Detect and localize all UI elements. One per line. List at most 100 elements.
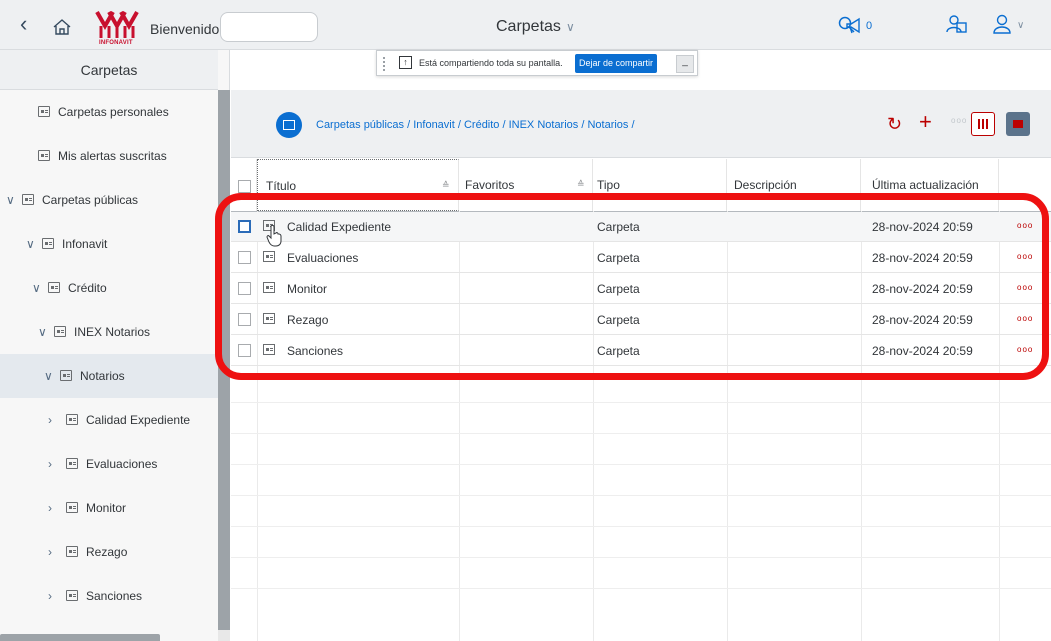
row-updated: 28-nov-2024 20:59: [872, 251, 973, 265]
sidebar-item-label: Carpetas públicas: [42, 193, 139, 207]
chevron-down-icon[interactable]: ∨: [44, 354, 53, 398]
folder-icon: [66, 590, 78, 601]
folder-icon: [42, 238, 54, 249]
folder-icon: [263, 282, 275, 293]
sidebar-item-label: Infonavit: [62, 237, 108, 251]
folder-icon: [276, 112, 302, 138]
table-row[interactable]: Monitor Carpeta 28-nov-2024 20:59 ooo: [231, 274, 1051, 304]
table-row[interactable]: Calidad Expediente Carpeta 28-nov-2024 2…: [231, 212, 1051, 242]
minimize-button[interactable]: _: [676, 55, 694, 73]
row-checkbox[interactable]: [238, 251, 251, 264]
sort-icon[interactable]: ≙: [577, 179, 585, 190]
sidebar-item-inex-notarios[interactable]: ∨ INEX Notarios: [0, 310, 218, 354]
sidebar-item-label: Crédito: [68, 281, 107, 295]
chevron-down-icon[interactable]: ∨: [1017, 20, 1024, 31]
folder-icon: [66, 458, 78, 469]
list-view-button[interactable]: [1006, 112, 1030, 136]
table-row[interactable]: Evaluaciones Carpeta 28-nov-2024 20:59 o…: [231, 243, 1051, 273]
sidebar-scrollbar-thumb[interactable]: [218, 90, 230, 630]
table-row[interactable]: Rezago Carpeta 28-nov-2024 20:59 ooo: [231, 305, 1051, 335]
back-icon[interactable]: ‹: [20, 13, 27, 35]
sidebar-item-monitor[interactable]: › Monitor: [0, 486, 218, 530]
horizontal-scrollbar-thumb[interactable]: [0, 634, 160, 641]
refresh-icon[interactable]: ↻: [887, 114, 902, 134]
username-field: [220, 12, 318, 42]
sidebar-item-carpetas-personales[interactable]: Carpetas personales: [0, 90, 218, 134]
row-title[interactable]: Rezago: [287, 313, 328, 327]
row-checkbox[interactable]: [238, 282, 251, 295]
sidebar-item-infonavit[interactable]: ∨ Infonavit: [0, 222, 218, 266]
sidebar-item-notarios[interactable]: ∨ Notarios: [0, 354, 218, 398]
row-title[interactable]: Calidad Expediente: [287, 220, 391, 234]
folder-icon: [60, 370, 72, 381]
chevron-right-icon[interactable]: ›: [48, 486, 52, 530]
hand-cursor-icon: [266, 225, 282, 247]
screen-share-bar: ↑ Está compartiendo toda su pantalla. De…: [376, 50, 698, 76]
sidebar-header: Carpetas: [0, 50, 218, 90]
sidebar-item-label: Sanciones: [86, 589, 143, 603]
stop-sharing-button[interactable]: Dejar de compartir: [575, 54, 658, 73]
column-header-type[interactable]: Tipo: [593, 159, 727, 211]
chevron-down-icon[interactable]: ∨: [566, 20, 575, 34]
folder-icon: [22, 194, 34, 205]
chevron-right-icon[interactable]: ›: [48, 574, 52, 618]
chevron-down-icon[interactable]: ∨: [6, 178, 15, 222]
row-actions-icon[interactable]: ooo: [1017, 314, 1033, 323]
column-header-label: Tipo: [597, 178, 620, 192]
drag-handle-icon[interactable]: [383, 57, 387, 71]
sidebar: Carpetas Carpetas personales Mis alertas…: [0, 50, 230, 641]
row-updated: 28-nov-2024 20:59: [872, 220, 973, 234]
row-checkbox[interactable]: [238, 313, 251, 326]
grid-view-button[interactable]: [971, 112, 995, 136]
row-actions-icon[interactable]: ooo: [1017, 252, 1033, 261]
folder-icon: [38, 150, 50, 161]
column-header-updated[interactable]: Última actualización: [861, 159, 999, 211]
add-icon[interactable]: +: [919, 111, 932, 133]
row-actions-icon[interactable]: ooo: [1017, 221, 1033, 230]
folder-icon: [263, 344, 275, 355]
more-options-icon[interactable]: ooo: [951, 116, 967, 125]
folder-icon: [263, 313, 275, 324]
chevron-down-icon[interactable]: ∨: [38, 310, 47, 354]
row-actions-icon[interactable]: ooo: [1017, 283, 1033, 292]
sidebar-item-label: Notarios: [80, 369, 125, 383]
logo-text: INFONAVIT: [99, 40, 133, 46]
sidebar-item-label: Monitor: [86, 501, 127, 515]
sidebar-item-calidad-expediente[interactable]: › Calidad Expediente: [0, 398, 218, 442]
chevron-right-icon[interactable]: ›: [48, 398, 52, 442]
row-title[interactable]: Monitor: [287, 282, 327, 296]
users-icon[interactable]: [946, 14, 968, 34]
sidebar-item-rezago[interactable]: › Rezago: [0, 530, 218, 574]
column-header-title[interactable]: Título ≙: [257, 159, 459, 211]
chevron-right-icon[interactable]: ›: [48, 442, 52, 486]
row-title[interactable]: Sanciones: [287, 344, 343, 358]
row-actions-icon[interactable]: ooo: [1017, 345, 1033, 354]
sidebar-item-label: Evaluaciones: [86, 457, 158, 471]
sort-icon[interactable]: ≙: [442, 180, 450, 191]
chevron-right-icon[interactable]: ›: [48, 530, 52, 574]
megaphone-icon[interactable]: [844, 17, 864, 35]
sidebar-item-evaluaciones[interactable]: › Evaluaciones: [0, 442, 218, 486]
row-updated: 28-nov-2024 20:59: [872, 282, 973, 296]
column-header-label: Última actualización: [872, 178, 979, 192]
row-type: Carpeta: [597, 344, 640, 358]
breadcrumb[interactable]: Carpetas públicas / Infonavit / Crédito …: [316, 119, 635, 131]
folder-icon: [38, 106, 50, 117]
select-all-checkbox[interactable]: [238, 180, 251, 193]
chevron-down-icon[interactable]: ∨: [26, 222, 35, 266]
user-icon[interactable]: [992, 14, 1012, 34]
row-checkbox[interactable]: [238, 344, 251, 357]
column-header-label: Descripción: [734, 178, 797, 192]
sidebar-item-carpetas-publicas[interactable]: ∨ Carpetas públicas: [0, 178, 218, 222]
sidebar-item-credito[interactable]: ∨ Crédito: [0, 266, 218, 310]
chevron-down-icon[interactable]: ∨: [32, 266, 41, 310]
home-icon[interactable]: [52, 18, 72, 36]
sidebar-item-sanciones[interactable]: › Sanciones: [0, 574, 218, 618]
table-row[interactable]: Sanciones Carpeta 28-nov-2024 20:59 ooo: [231, 336, 1051, 366]
app-title[interactable]: Carpetas: [496, 18, 561, 36]
sidebar-item-mis-alertas[interactable]: Mis alertas suscritas: [0, 134, 218, 178]
column-header-favorites[interactable]: Favoritos ≙: [459, 159, 593, 211]
row-title[interactable]: Evaluaciones: [287, 251, 358, 265]
column-header-description[interactable]: Descripción: [727, 159, 861, 211]
row-checkbox[interactable]: [238, 220, 251, 233]
